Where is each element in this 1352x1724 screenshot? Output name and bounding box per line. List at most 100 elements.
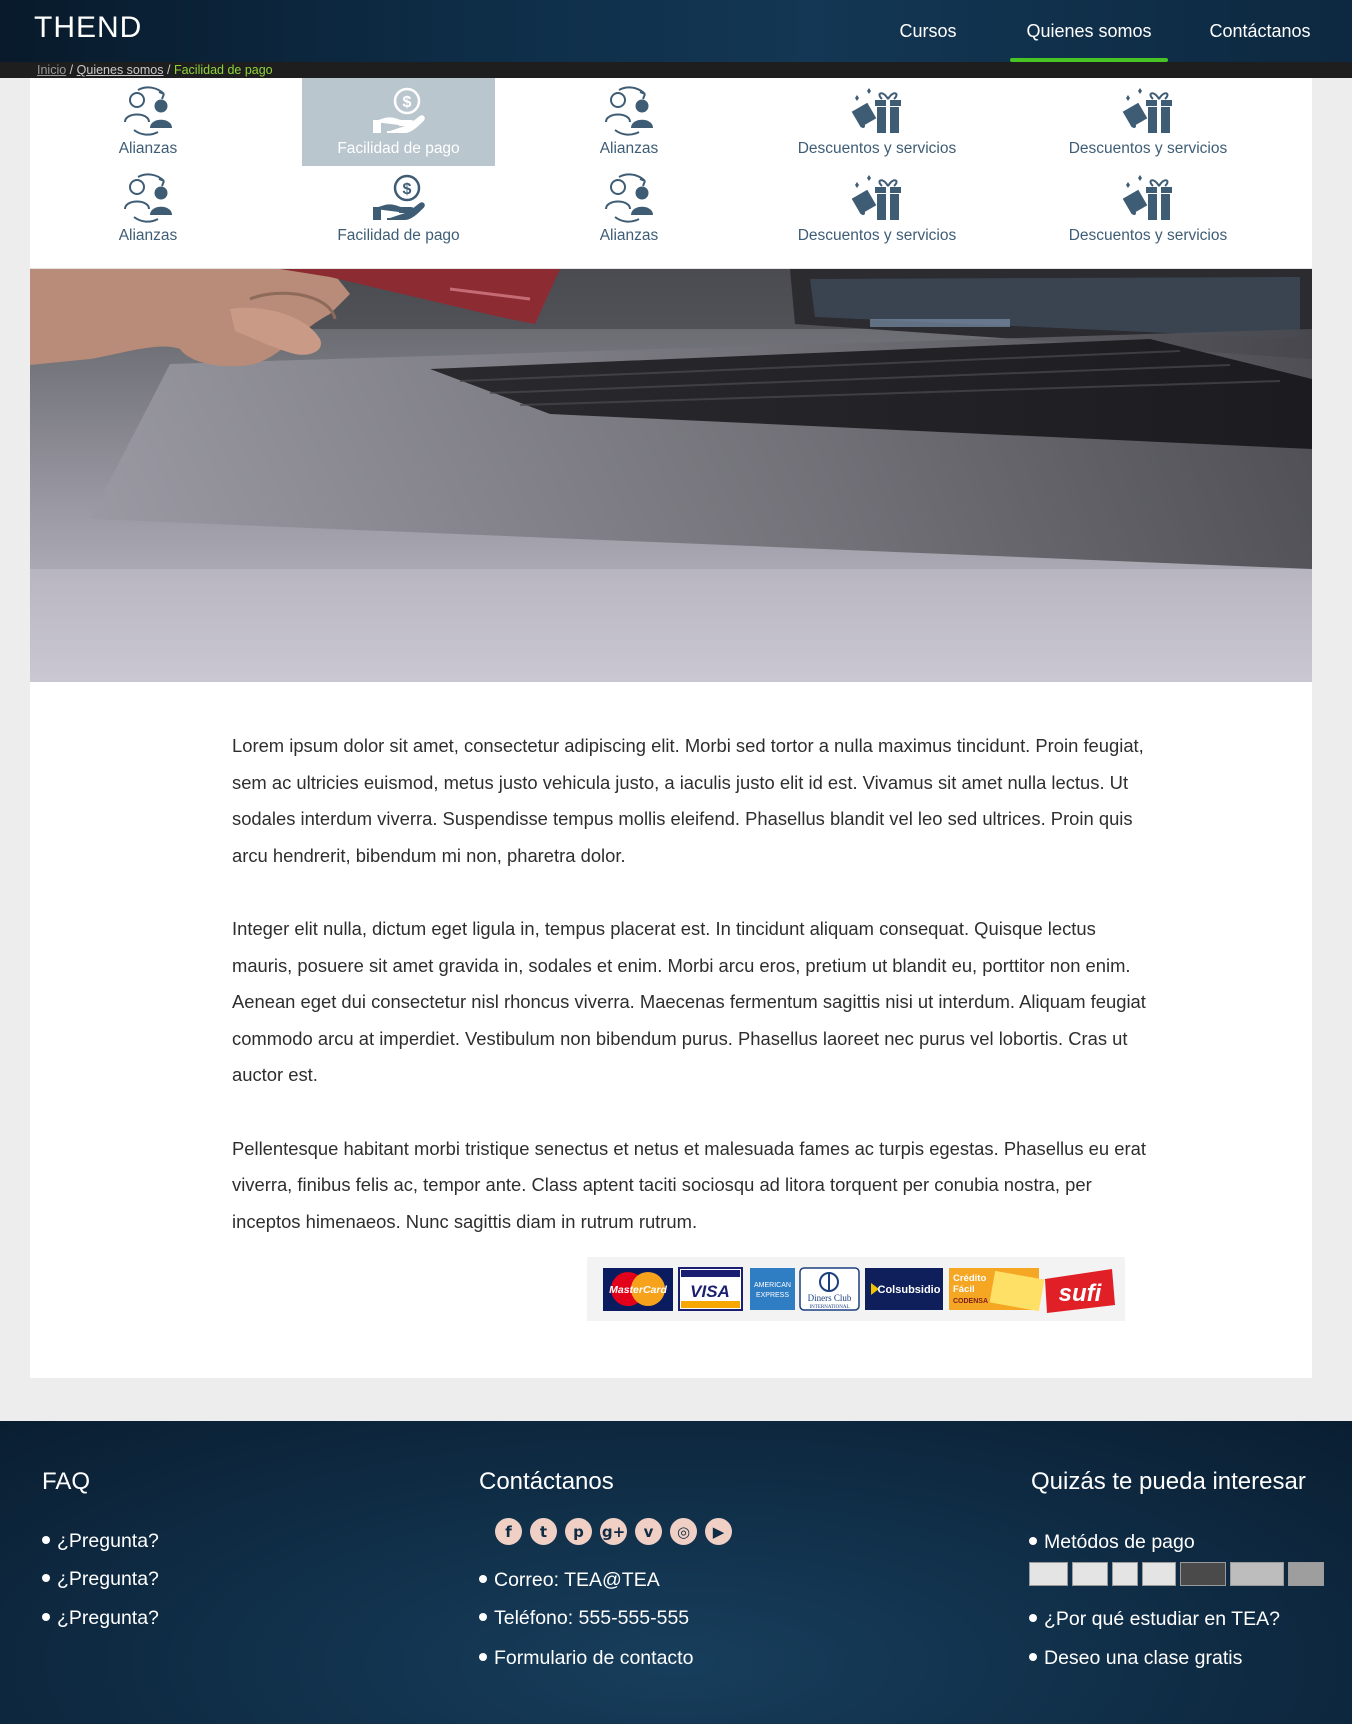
hero-photo bbox=[30, 269, 1312, 682]
nav-item-quienes-somos[interactable]: Quienes somos bbox=[1010, 0, 1168, 62]
youtube-icon[interactable]: ▶ bbox=[705, 1518, 732, 1545]
vimeo-icon[interactable]: v bbox=[635, 1518, 662, 1545]
article-paragraph: Integer elit nulla, dictum eget ligula i… bbox=[232, 917, 1146, 1086]
colsubsidio-logo bbox=[1180, 1562, 1226, 1586]
tile-label: Descuentos y servicios bbox=[1068, 140, 1228, 157]
american-express-logo bbox=[1112, 1562, 1138, 1586]
tile-facilidad-de-pago[interactable]: $ Facilidad de pago bbox=[302, 173, 495, 253]
breadcrumb-link-inicio[interactable]: Inicio bbox=[37, 63, 66, 77]
site-logo[interactable]: THEND bbox=[34, 11, 164, 43]
nav-item-contactanos[interactable]: Contáctanos bbox=[1172, 0, 1348, 62]
alliance-icon bbox=[605, 173, 653, 223]
pinterest-icon[interactable]: p bbox=[565, 1518, 592, 1545]
svg-text:VISA: VISA bbox=[690, 1282, 730, 1301]
tile-label: Alianzas bbox=[599, 140, 659, 157]
svg-text:CODENSA: CODENSA bbox=[953, 1298, 988, 1305]
footer-link-clase-gratis[interactable]: Deseo una clase gratis bbox=[1029, 1647, 1242, 1670]
breadcrumb-current: Facilidad de pago bbox=[173, 63, 273, 77]
breadcrumb: Inicio / Quienes somos / Facilidad de pa… bbox=[37, 63, 273, 77]
tile-descuentos-y-servicios[interactable]: Descuentos y servicios bbox=[1053, 173, 1243, 253]
footer-contact-phone[interactable]: Teléfono: 555-555-555 bbox=[479, 1607, 689, 1630]
content-card: Alianzas $ Facilidad de pago Alianzas De… bbox=[30, 78, 1312, 1378]
breadcrumb-bar: Inicio / Quienes somos / Facilidad de pa… bbox=[0, 62, 1352, 78]
twitter-icon[interactable]: t bbox=[530, 1518, 557, 1545]
svg-text:AMERICAN: AMERICAN bbox=[754, 1282, 791, 1289]
sufi-logo bbox=[1288, 1562, 1324, 1586]
site-footer: FAQ ¿Pregunta? ¿Pregunta? ¿Pregunta? Con… bbox=[0, 1421, 1352, 1724]
tile-label: Alianzas bbox=[599, 227, 659, 244]
facebook-icon[interactable]: f bbox=[495, 1518, 522, 1545]
tile-label: Descuentos y servicios bbox=[797, 140, 957, 157]
hero-image bbox=[30, 269, 1312, 682]
mastercard-logo: MasterCard bbox=[603, 1268, 673, 1311]
footer-interest-title: Quizás te pueda interesar bbox=[1031, 1468, 1306, 1495]
gift-icon bbox=[851, 175, 901, 220]
footer-contact-form-link[interactable]: Formulario de contacto bbox=[479, 1647, 693, 1670]
visa-logo: VISA bbox=[678, 1267, 743, 1311]
tile-alianzas[interactable]: Alianzas bbox=[567, 86, 691, 166]
footer-link-metodos-de-pago[interactable]: Metódos de pago bbox=[1029, 1531, 1195, 1554]
gift-icon bbox=[1122, 175, 1172, 220]
tile-label: Alianzas bbox=[118, 140, 178, 157]
footer-faq-item[interactable]: ¿Pregunta? bbox=[42, 1568, 159, 1591]
breadcrumb-separator: / bbox=[69, 63, 74, 77]
footer-link-por-que-estudiar[interactable]: ¿Por qué estudiar en TEA? bbox=[1029, 1608, 1280, 1631]
nav-item-cursos[interactable]: Cursos bbox=[862, 0, 994, 62]
svg-text:Colsubsidio: Colsubsidio bbox=[878, 1284, 941, 1296]
breadcrumb-separator: / bbox=[166, 63, 171, 77]
alliance-icon bbox=[124, 86, 172, 136]
svg-text:sufi: sufi bbox=[1059, 1280, 1103, 1307]
gift-icon bbox=[851, 88, 901, 133]
article-paragraph: Pellentesque habitant morbi tristique se… bbox=[232, 1137, 1146, 1232]
svg-text:Fácil: Fácil bbox=[953, 1284, 975, 1295]
footer-faq-item[interactable]: ¿Pregunta? bbox=[42, 1607, 159, 1630]
tile-label: Facilidad de pago bbox=[337, 227, 460, 244]
payment-methods-logos: MasterCard VISA AMERICAN EXPRESS Diners … bbox=[587, 1257, 1125, 1321]
tile-alianzas[interactable]: Alianzas bbox=[86, 86, 210, 166]
visa-logo bbox=[1072, 1562, 1108, 1586]
american-express-logo: AMERICAN EXPRESS bbox=[750, 1268, 795, 1310]
mastercard-logo bbox=[1029, 1562, 1068, 1586]
tile-alianzas[interactable]: Alianzas bbox=[86, 173, 210, 253]
footer-contact-email[interactable]: Correo: TEA@TEA bbox=[479, 1569, 660, 1592]
svg-text:$: $ bbox=[402, 181, 411, 198]
svg-text:INTERNATIONAL: INTERNATIONAL bbox=[810, 1305, 850, 1310]
tile-descuentos-y-servicios[interactable]: Descuentos y servicios bbox=[782, 173, 972, 253]
article-body: Lorem ipsum dolor sit amet, consectetur … bbox=[232, 728, 1157, 1277]
article-paragraph: Lorem ipsum dolor sit amet, consectetur … bbox=[232, 735, 1144, 866]
tile-alianzas[interactable]: Alianzas bbox=[567, 173, 691, 253]
svg-text:Diners Club: Diners Club bbox=[808, 1293, 852, 1303]
svg-text:MasterCard: MasterCard bbox=[609, 1284, 667, 1296]
gift-icon bbox=[1122, 88, 1172, 133]
payment-icon: $ bbox=[372, 174, 425, 220]
footer-contact-title: Contáctanos bbox=[479, 1468, 614, 1495]
alliance-icon bbox=[605, 86, 653, 136]
alliance-icon bbox=[124, 173, 172, 223]
site-header: THEND Cursos Quienes somos Contáctanos bbox=[0, 0, 1352, 62]
tile-label: Descuentos y servicios bbox=[797, 227, 957, 244]
footer-payment-logos bbox=[1029, 1562, 1324, 1586]
payment-logos-strip: MasterCard VISA AMERICAN EXPRESS Diners … bbox=[603, 1267, 1115, 1313]
sufi-logo: sufi bbox=[1045, 1269, 1115, 1313]
footer-faq-title: FAQ bbox=[42, 1468, 91, 1495]
section-icon-grid: Alianzas $ Facilidad de pago Alianzas De… bbox=[30, 78, 1312, 269]
social-icons: f t p g+ v ◎ ▶ bbox=[495, 1518, 732, 1545]
instagram-icon[interactable]: ◎ bbox=[670, 1518, 697, 1545]
tile-facilidad-de-pago[interactable]: $ Facilidad de pago bbox=[302, 78, 495, 166]
main-nav: Cursos Quienes somos Contáctanos bbox=[862, 0, 1352, 62]
breadcrumb-link-quienes-somos[interactable]: Quienes somos bbox=[77, 63, 164, 77]
google-plus-icon[interactable]: g+ bbox=[600, 1518, 627, 1545]
tile-label: Facilidad de pago bbox=[337, 140, 460, 157]
tile-descuentos-y-servicios[interactable]: Descuentos y servicios bbox=[1053, 86, 1243, 166]
tile-label: Alianzas bbox=[118, 227, 178, 244]
svg-text:Crédito: Crédito bbox=[953, 1273, 986, 1284]
colsubsidio-logo: Colsubsidio bbox=[865, 1268, 943, 1310]
payment-icon: $ bbox=[372, 87, 425, 133]
svg-text:EXPRESS: EXPRESS bbox=[756, 1292, 789, 1299]
svg-text:$: $ bbox=[402, 94, 411, 111]
svg-text:THEND: THEND bbox=[34, 11, 142, 43]
tile-label: Descuentos y servicios bbox=[1068, 227, 1228, 244]
tile-descuentos-y-servicios[interactable]: Descuentos y servicios bbox=[782, 86, 972, 166]
credito-facil-codensa-logo: Crédito Fácil CODENSA bbox=[949, 1268, 1045, 1312]
footer-faq-item[interactable]: ¿Pregunta? bbox=[42, 1530, 159, 1553]
